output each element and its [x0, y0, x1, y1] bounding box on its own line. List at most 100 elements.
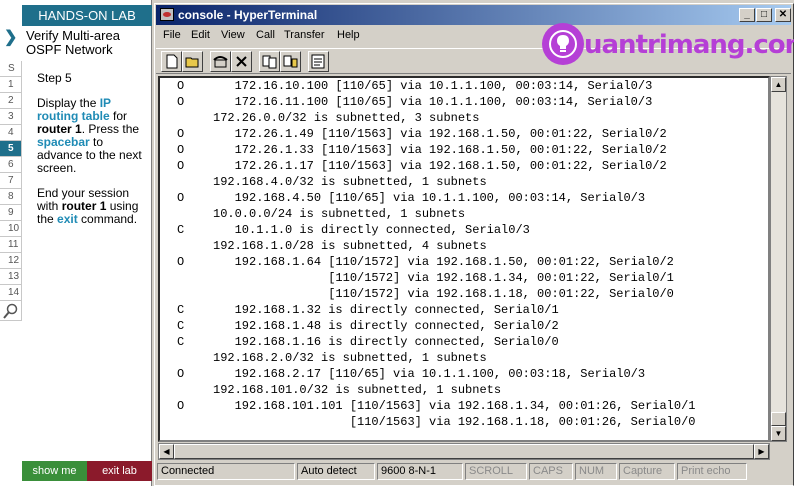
- status-caps: CAPS: [529, 463, 573, 480]
- scroll-up-button[interactable]: ▲: [771, 77, 786, 92]
- scroll-down-button[interactable]: ▼: [771, 426, 786, 441]
- terminal-lines: O 172.16.10.100 [110/65] via 10.1.1.100,…: [177, 78, 696, 440]
- lightbulb-logo-icon: [542, 23, 584, 65]
- status-print-echo: Print echo: [677, 463, 747, 480]
- disconnect-button[interactable]: [231, 51, 252, 72]
- step-nav-item[interactable]: 13: [0, 269, 22, 285]
- lab-panel: ❯ S 1 2 3 4 5 6 7 8 9 10 11 12 13 14 HANDS-ON LAB Ver…: [0, 0, 152, 486]
- chevron-right-icon: ❯: [4, 29, 18, 46]
- terminal-line: 192.168.4.0/32 is subnetted, 1 subnets: [177, 175, 487, 189]
- menu-file[interactable]: File: [163, 29, 181, 41]
- status-bar: Connected Auto detect 9600 8-N-1 SCROLL …: [156, 462, 791, 482]
- exit-lab-button[interactable]: exit lab: [87, 461, 152, 481]
- step-list: S 1 2 3 4 5 6 7 8 9 10 11 12 13 14: [0, 61, 22, 321]
- terminal-line: [110/1572] via 192.168.1.34, 00:01:22, S…: [177, 271, 674, 285]
- step-nav-item[interactable]: 14: [0, 285, 22, 301]
- horizontal-scroll-thumb[interactable]: [174, 444, 754, 459]
- new-connection-button[interactable]: [161, 51, 182, 72]
- step-label: Step 5: [37, 71, 72, 85]
- new-file-icon: [166, 54, 178, 69]
- terminal-line: 172.26.0.0/32 is subnetted, 3 subnets: [177, 111, 480, 125]
- terminal-line: 192.168.101.0/32 is subnetted, 1 subnets: [177, 383, 502, 397]
- menu-transfer[interactable]: Transfer: [284, 29, 325, 41]
- properties-button[interactable]: [308, 51, 329, 72]
- keyword-exit: exit: [57, 212, 78, 226]
- status-scroll: SCROLL: [465, 463, 527, 480]
- terminal-line: C 10.1.1.0 is directly connected, Serial…: [177, 223, 530, 237]
- terminal-line: [110/1563] via 192.168.1.18, 00:01:26, S…: [177, 415, 696, 429]
- terminal-line: 192.168.1.0/28 is subnetted, 4 subnets: [177, 239, 487, 253]
- hyperterminal-window: console - HyperTerminal _ □ ✕ File Edit …: [154, 3, 794, 486]
- terminal-line: O 192.168.2.17 [110/65] via 10.1.1.100, …: [177, 367, 646, 381]
- status-capture: Capture: [619, 463, 675, 480]
- scroll-right-button[interactable]: ▶: [754, 444, 769, 459]
- terminal-line: O 172.16.11.100 [110/65] via 10.1.1.100,…: [177, 95, 653, 109]
- terminal-output[interactable]: O 172.16.10.100 [110/65] via 10.1.1.100,…: [158, 76, 770, 442]
- step-nav-item[interactable]: 2: [0, 93, 22, 109]
- status-port-settings: 9600 8-N-1: [377, 463, 463, 480]
- status-connected: Connected: [157, 463, 295, 480]
- watermark-text: uantrimang.com: [584, 30, 794, 60]
- lab-instructions: Step 5 Display the IP routing table for …: [37, 72, 147, 238]
- terminal-line: O 172.16.10.100 [110/65] via 10.1.1.100,…: [177, 79, 653, 93]
- terminal-line: O 192.168.4.50 [110/65] via 10.1.1.100, …: [177, 191, 646, 205]
- terminal-line: C 192.168.1.48 is directly connected, Se…: [177, 319, 559, 333]
- status-detect: Auto detect: [297, 463, 375, 480]
- menu-help[interactable]: Help: [337, 29, 360, 41]
- terminal-line: O 172.26.1.33 [110/1563] via 192.168.1.5…: [177, 143, 667, 157]
- step-nav-item[interactable]: 12: [0, 253, 22, 269]
- step-nav-item[interactable]: 6: [0, 157, 22, 173]
- step-nav-item[interactable]: 4: [0, 125, 22, 141]
- keyword-spacebar: spacebar: [37, 135, 90, 149]
- lab-title: Verify Multi-area OSPF Network: [26, 28, 120, 57]
- call-button[interactable]: [210, 51, 231, 72]
- hyperterminal-icon: [160, 8, 174, 21]
- step-nav-item[interactable]: 9: [0, 205, 22, 221]
- show-me-button[interactable]: show me: [22, 461, 87, 481]
- receive-file-icon: [283, 55, 298, 68]
- step-nav-item[interactable]: 7: [0, 173, 22, 189]
- window-title: console - HyperTerminal: [178, 8, 318, 22]
- terminal-line: O 172.26.1.17 [110/1563] via 192.168.1.5…: [177, 159, 667, 173]
- instruction-paragraph: End your session with router 1 using the…: [37, 186, 139, 226]
- horizontal-scrollbar[interactable]: ◀ ▶: [158, 443, 770, 460]
- terminal-line: 10.0.0.0/24 is subnetted, 1 subnets: [177, 207, 466, 221]
- terminal-line: O 192.168.1.64 [110/1572] via 192.168.1.…: [177, 255, 674, 269]
- receive-button[interactable]: [280, 51, 301, 72]
- close-button[interactable]: ✕: [775, 8, 791, 22]
- magnifier-icon[interactable]: [0, 301, 22, 321]
- lab-footer: show me exit lab: [22, 461, 152, 481]
- phone-icon: [213, 56, 228, 68]
- menu-view[interactable]: View: [221, 29, 245, 41]
- open-button[interactable]: [182, 51, 203, 72]
- send-file-icon: [262, 55, 277, 69]
- step-nav-item[interactable]: 1: [0, 77, 22, 93]
- keyword-router-1: router 1: [61, 199, 107, 213]
- step-nav-item[interactable]: 8: [0, 189, 22, 205]
- scroll-thumb[interactable]: [771, 412, 786, 426]
- hangup-icon: [236, 56, 247, 67]
- open-folder-icon: [185, 57, 199, 68]
- terminal-line: O 172.26.1.49 [110/1563] via 192.168.1.5…: [177, 127, 667, 141]
- status-num: NUM: [575, 463, 617, 480]
- minimize-button[interactable]: _: [739, 8, 755, 22]
- step-nav-item[interactable]: 3: [0, 109, 22, 125]
- step-nav-strip: ❯ S 1 2 3 4 5 6 7 8 9 10 11 12 13 14: [0, 0, 22, 486]
- vertical-scrollbar[interactable]: ▲ ▼: [770, 76, 787, 442]
- scroll-left-button[interactable]: ◀: [159, 444, 174, 459]
- maximize-button[interactable]: □: [756, 8, 772, 22]
- instruction-paragraph: Display the IP routing table for router …: [37, 96, 142, 175]
- step-nav-item[interactable]: 5: [0, 141, 22, 157]
- keyword-router-1: router 1: [37, 122, 82, 136]
- terminal-line: C 192.168.1.16 is directly connected, Se…: [177, 335, 559, 349]
- terminal-line: [110/1572] via 192.168.1.18, 00:01:22, S…: [177, 287, 674, 301]
- terminal-line: 192.168.2.0/32 is subnetted, 1 subnets: [177, 351, 487, 365]
- step-nav-letter: S: [0, 61, 22, 77]
- step-nav-item[interactable]: 11: [0, 237, 22, 253]
- menu-call[interactable]: Call: [256, 29, 275, 41]
- lab-header: HANDS-ON LAB: [22, 5, 152, 26]
- step-nav-item[interactable]: 10: [0, 221, 22, 237]
- terminal-line: O 192.168.101.101 [110/1563] via 192.168…: [177, 399, 696, 413]
- menu-edit[interactable]: Edit: [191, 29, 210, 41]
- send-button[interactable]: [259, 51, 280, 72]
